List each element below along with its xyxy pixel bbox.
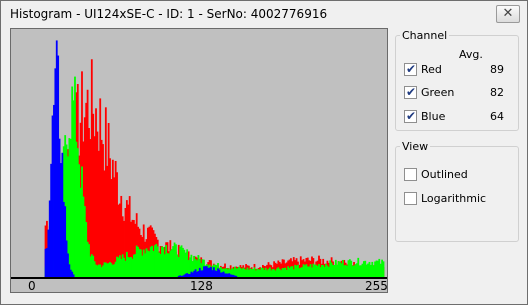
logarithmic-checkbox[interactable]: Logarithmic <box>404 192 514 206</box>
histogram-plot <box>10 28 388 293</box>
title-bar[interactable]: Histogram - UI124xSE-C - ID: 1 - SerNo: … <box>1 1 527 27</box>
histogram-svg <box>11 29 387 292</box>
channel-green-checkbox[interactable]: ✔ Green 82 <box>404 85 514 100</box>
view-group-title: View <box>400 140 431 153</box>
outlined-label: Outlined <box>421 168 468 181</box>
channel-green-label: Green <box>421 86 455 99</box>
check-icon: ✔ <box>406 62 417 76</box>
close-button[interactable]: ✕ <box>496 5 520 23</box>
checkbox-box[interactable] <box>404 168 417 181</box>
logarithmic-label: Logarithmic <box>421 192 487 205</box>
histogram-bar <box>72 274 75 277</box>
avg-header: Avg. <box>459 48 483 61</box>
window-title: Histogram - UI124xSE-C - ID: 1 - SerNo: … <box>10 7 328 21</box>
channel-red-label: Red <box>421 63 442 76</box>
checkbox-box[interactable]: ✔ <box>404 62 417 76</box>
checkbox-box[interactable]: ✔ <box>404 109 417 123</box>
tick-label-255: 255 <box>365 279 388 293</box>
close-icon: ✕ <box>502 6 514 21</box>
channel-green-avg: 82 <box>490 86 504 99</box>
histogram-window: Histogram - UI124xSE-C - ID: 1 - SerNo: … <box>0 0 528 305</box>
histogram-bar <box>235 275 238 277</box>
outlined-checkbox[interactable]: Outlined <box>404 168 514 182</box>
check-icon: ✔ <box>406 109 417 123</box>
check-icon: ✔ <box>406 85 417 99</box>
channel-red-checkbox[interactable]: ✔ Red 89 <box>404 62 514 77</box>
channel-blue-checkbox[interactable]: ✔ Blue 64 <box>404 109 514 124</box>
checkbox-box[interactable]: ✔ <box>404 85 417 99</box>
view-group: View Outlined Logarithmic <box>395 140 519 242</box>
channel-blue-avg: 64 <box>490 110 504 123</box>
tick-label-0: 0 <box>28 279 36 293</box>
checkbox-box[interactable] <box>404 192 417 205</box>
channel-red-avg: 89 <box>490 63 504 76</box>
channel-group-title: Channel <box>400 29 450 42</box>
tick-label-128: 128 <box>190 279 213 293</box>
channel-blue-label: Blue <box>421 110 446 123</box>
channel-group: Channel Avg. ✔ Red 89 ✔ Green 82 ✔ Blue … <box>395 29 519 131</box>
histogram-bar <box>382 261 385 277</box>
